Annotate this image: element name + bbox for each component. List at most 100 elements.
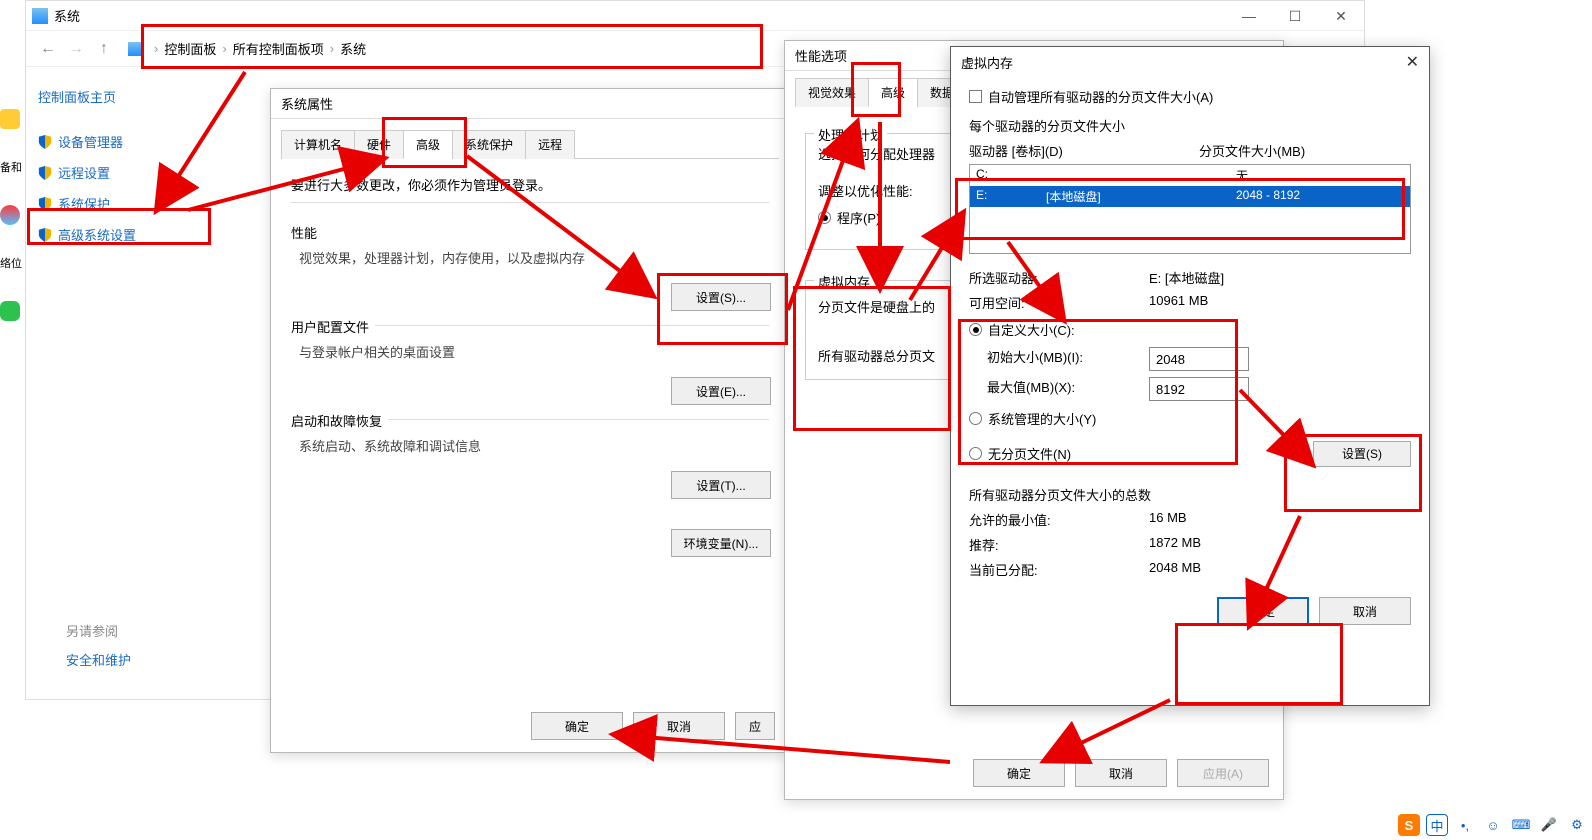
close-icon[interactable]: ✕ bbox=[1406, 52, 1419, 72]
profiles-desc: 与登录帐户相关的桌面设置 bbox=[299, 342, 769, 361]
breadcrumb-item[interactable]: 所有控制面板项 bbox=[233, 39, 324, 58]
drive-row-e[interactable]: E: [本地磁盘] 2048 - 8192 bbox=[970, 186, 1410, 207]
free-space-label: 可用空间: bbox=[969, 293, 1149, 312]
sidebar-device-manager[interactable]: 设备管理器 bbox=[38, 126, 249, 157]
drive-list[interactable]: C: 无 E: [本地磁盘] 2048 - 8192 bbox=[969, 164, 1411, 254]
radio-sys-managed[interactable]: 系统管理的大小(Y) bbox=[969, 409, 1411, 428]
back-arrow-icon[interactable]: ← bbox=[34, 35, 62, 63]
ime-mic-icon[interactable]: 🎤 bbox=[1538, 814, 1560, 836]
radio-icon bbox=[969, 447, 982, 460]
tab-advanced[interactable]: 高级 bbox=[403, 130, 453, 159]
sysprop-tabs: 计算机名 硬件 高级 系统保护 远程 bbox=[281, 129, 779, 159]
sysprop-cancel-button[interactable]: 取消 bbox=[633, 712, 725, 740]
profiles-title: 用户配置文件 bbox=[291, 317, 375, 336]
vmem-cancel-button[interactable]: 取消 bbox=[1319, 597, 1411, 625]
perf-desc: 视觉效果，处理器计划，内存使用，以及虚拟内存 bbox=[299, 248, 769, 267]
vm-set-button[interactable]: 设置(S) bbox=[1313, 441, 1411, 467]
ime-sogou-icon[interactable]: S bbox=[1398, 814, 1420, 836]
startup-desc: 系统启动、系统故障和调试信息 bbox=[299, 436, 769, 455]
auto-manage-checkbox[interactable]: 自动管理所有驱动器的分页文件大小(A) bbox=[969, 87, 1411, 106]
breadcrumb[interactable]: › 控制面板 › 所有控制面板项 › 系统 bbox=[128, 39, 366, 58]
up-arrow-icon[interactable]: ↑ bbox=[90, 35, 118, 63]
close-button[interactable]: ✕ bbox=[1318, 1, 1364, 31]
vmem-title-text: 虚拟内存 bbox=[961, 53, 1013, 72]
current-label: 当前已分配: bbox=[969, 560, 1149, 579]
init-size-label: 初始大小(MB)(I): bbox=[969, 347, 1149, 371]
drive-row-c[interactable]: C: 无 bbox=[970, 165, 1410, 186]
folder-icon bbox=[0, 109, 20, 129]
radio-icon bbox=[818, 211, 831, 224]
recommended-label: 推荐: bbox=[969, 535, 1149, 554]
strip-text: 备和 bbox=[0, 143, 25, 191]
security-maintenance-link[interactable]: 安全和维护 bbox=[66, 650, 131, 669]
minimize-button[interactable]: — bbox=[1226, 1, 1272, 31]
system-properties-dialog: 系统属性 计算机名 硬件 高级 系统保护 远程 要进行大多数更改，你必须作为管理… bbox=[270, 88, 790, 753]
startup-title: 启动和故障恢复 bbox=[291, 411, 388, 430]
perf-settings-button[interactable]: 设置(S)... bbox=[671, 283, 771, 311]
ime-settings-icon[interactable]: ⚙ bbox=[1566, 814, 1588, 836]
ime-lang-icon[interactable]: 中 bbox=[1426, 814, 1448, 836]
shield-icon bbox=[38, 197, 52, 211]
radio-custom-size[interactable]: 自定义大小(C): bbox=[969, 320, 1411, 339]
sidebar-bottom: 另请参阅 安全和维护 bbox=[66, 621, 131, 669]
min-allowed-label: 允许的最小值: bbox=[969, 510, 1149, 529]
tab-system-protection[interactable]: 系统保护 bbox=[452, 130, 526, 159]
startup-settings-button[interactable]: 设置(T)... bbox=[671, 471, 771, 499]
sidebar-system-protection[interactable]: 系统保护 bbox=[38, 188, 249, 219]
sysprop-apply-button[interactable]: 应 bbox=[735, 712, 775, 740]
breadcrumb-icon bbox=[128, 42, 142, 56]
recommended-value: 1872 MB bbox=[1149, 535, 1201, 554]
max-size-input[interactable] bbox=[1149, 377, 1249, 401]
sysprop-ok-button[interactable]: 确定 bbox=[531, 712, 623, 740]
free-space-value: 10961 MB bbox=[1149, 293, 1208, 312]
sysprop-title: 系统属性 bbox=[271, 89, 789, 119]
ime-bar: S 中 •, ☺ ⌨ 🎤 ⚙ bbox=[1398, 814, 1588, 836]
breadcrumb-item[interactable]: 控制面板 bbox=[164, 39, 216, 58]
tab-remote[interactable]: 远程 bbox=[525, 130, 575, 159]
ime-keyboard-icon[interactable]: ⌨ bbox=[1510, 814, 1532, 836]
breadcrumb-item[interactable]: 系统 bbox=[340, 39, 366, 58]
tab-computer-name[interactable]: 计算机名 bbox=[281, 130, 355, 159]
perfopt-ok-button[interactable]: 确定 bbox=[973, 759, 1065, 787]
init-size-input[interactable] bbox=[1149, 347, 1249, 371]
forward-arrow-icon[interactable]: → bbox=[62, 35, 90, 63]
current-value: 2048 MB bbox=[1149, 560, 1201, 579]
totals-title: 所有驱动器分页文件大小的总数 bbox=[969, 485, 1411, 504]
sidebar-advanced-system-settings[interactable]: 高级系统设置 bbox=[38, 219, 249, 250]
profiles-settings-button[interactable]: 设置(E)... bbox=[671, 377, 771, 405]
shield-icon bbox=[38, 228, 52, 242]
each-drive-label: 每个驱动器的分页文件大小 bbox=[969, 116, 1411, 135]
strip-text: 络位 bbox=[0, 239, 25, 287]
app-icon bbox=[0, 205, 20, 225]
selected-drive-value: E: [本地磁盘] bbox=[1149, 268, 1224, 287]
ime-punct-icon[interactable]: •, bbox=[1454, 814, 1476, 836]
ime-smile-icon[interactable]: ☺ bbox=[1482, 814, 1504, 836]
radio-icon bbox=[969, 323, 982, 336]
sidebar-remote-settings[interactable]: 远程设置 bbox=[38, 157, 249, 188]
max-size-label: 最大值(MB)(X): bbox=[969, 377, 1149, 401]
perfopt-apply-button[interactable]: 应用(A) bbox=[1177, 759, 1269, 787]
see-also-label: 另请参阅 bbox=[66, 621, 131, 640]
pagefile-col-header: 分页文件大小(MB) bbox=[1199, 141, 1305, 160]
sidebar: 控制面板主页 设备管理器 远程设置 系统保护 高级系统设置 bbox=[26, 67, 261, 699]
sidebar-home-link[interactable]: 控制面板主页 bbox=[38, 87, 249, 106]
system-icon bbox=[32, 8, 48, 24]
tab-hardware[interactable]: 硬件 bbox=[354, 130, 404, 159]
min-allowed-value: 16 MB bbox=[1149, 510, 1187, 529]
env-vars-button[interactable]: 环境变量(N)... bbox=[671, 529, 771, 557]
perf-title: 性能 bbox=[291, 223, 769, 242]
perfopt-cancel-button[interactable]: 取消 bbox=[1075, 759, 1167, 787]
app-icon bbox=[0, 301, 20, 321]
radio-icon bbox=[969, 412, 982, 425]
vm-title: 虚拟内存 bbox=[814, 272, 874, 291]
vmem-ok-button[interactable]: 确定 bbox=[1217, 597, 1309, 625]
radio-no-pagefile[interactable]: 无分页文件(N) bbox=[969, 444, 1071, 463]
checkbox-icon bbox=[969, 90, 982, 103]
titlebar: 系统 — ☐ ✕ bbox=[26, 1, 1364, 31]
admin-note: 要进行大多数更改，你必须作为管理员登录。 bbox=[291, 175, 769, 194]
cpu-title: 处理器计划 bbox=[814, 125, 887, 144]
shield-icon bbox=[38, 135, 52, 149]
tab-advanced[interactable]: 高级 bbox=[868, 78, 918, 107]
maximize-button[interactable]: ☐ bbox=[1272, 1, 1318, 31]
tab-visual-effects[interactable]: 视觉效果 bbox=[795, 78, 869, 107]
